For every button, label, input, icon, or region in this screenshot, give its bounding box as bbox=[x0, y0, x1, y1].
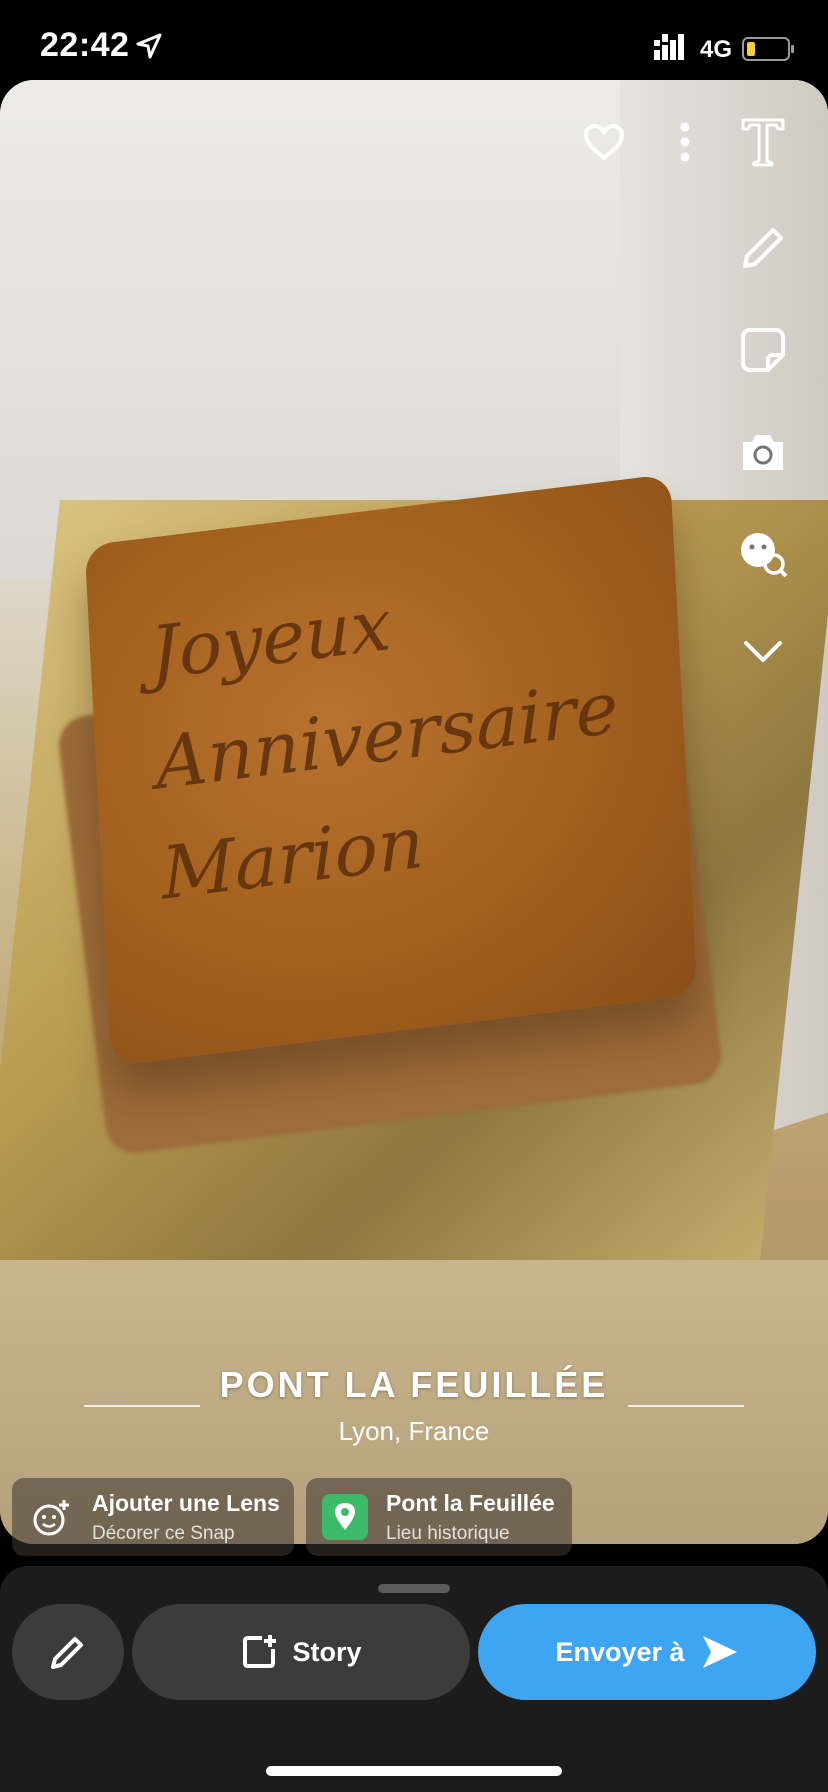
place-pin-icon bbox=[322, 1494, 368, 1540]
add-lens-chip[interactable]: Ajouter une Lens Décorer ce Snap bbox=[12, 1478, 294, 1556]
cake-inscription: Joyeux Anniversaire Marion bbox=[147, 581, 621, 916]
status-time: 22:42 bbox=[40, 26, 130, 64]
pencil-icon bbox=[51, 1637, 83, 1669]
geofilter-title: PONT LA FEUILLÉE bbox=[219, 1364, 609, 1405]
send-to-button[interactable]: Envoyer à bbox=[478, 1604, 816, 1700]
bottom-action-bar: Story Envoyer à bbox=[0, 1566, 828, 1792]
emoji-lens-icon[interactable] bbox=[731, 522, 795, 586]
geofilter-subtitle: Lyon, France bbox=[338, 1416, 490, 1446]
place-chip[interactable]: Pont la Feuillée Lieu historique bbox=[306, 1478, 572, 1556]
network-type: 4G bbox=[700, 36, 733, 63]
add-lens-icon bbox=[33, 1500, 69, 1536]
signal-icon bbox=[654, 34, 684, 60]
edit-button[interactable] bbox=[12, 1604, 124, 1700]
snap-photo[interactable]: Joyeux Anniversaire Marion PONT LA FEUIL… bbox=[0, 80, 828, 1544]
geofilter-line-left bbox=[84, 1405, 200, 1407]
send-to-label: Envoyer à bbox=[555, 1636, 685, 1667]
battery-icon bbox=[742, 37, 794, 61]
add-story-icon bbox=[243, 1635, 277, 1668]
story-button[interactable]: Story bbox=[132, 1604, 470, 1700]
send-arrow-icon bbox=[702, 1636, 737, 1668]
place-subtitle: Lieu historique bbox=[386, 1523, 510, 1544]
place-title: Pont la Feuillée bbox=[386, 1490, 555, 1516]
cake: Joyeux Anniversaire Marion bbox=[84, 473, 698, 1067]
drag-handle[interactable] bbox=[378, 1584, 450, 1593]
chevron-down-icon[interactable] bbox=[731, 620, 795, 684]
camera-lens-icon[interactable] bbox=[731, 420, 795, 484]
more-icon[interactable] bbox=[653, 110, 717, 174]
sticker-tool-icon[interactable] bbox=[731, 318, 795, 382]
text-tool-icon[interactable] bbox=[731, 110, 795, 174]
location-arrow-icon bbox=[136, 33, 162, 59]
geofilter-line-right bbox=[628, 1405, 744, 1407]
story-label: Story bbox=[292, 1636, 362, 1667]
status-bar: 22:42 4G bbox=[0, 0, 828, 80]
add-lens-title: Ajouter une Lens bbox=[92, 1490, 280, 1516]
home-indicator bbox=[266, 1766, 562, 1776]
draw-tool-icon[interactable] bbox=[731, 216, 795, 280]
heart-icon[interactable] bbox=[572, 110, 636, 174]
add-lens-subtitle: Décorer ce Snap bbox=[92, 1523, 235, 1544]
